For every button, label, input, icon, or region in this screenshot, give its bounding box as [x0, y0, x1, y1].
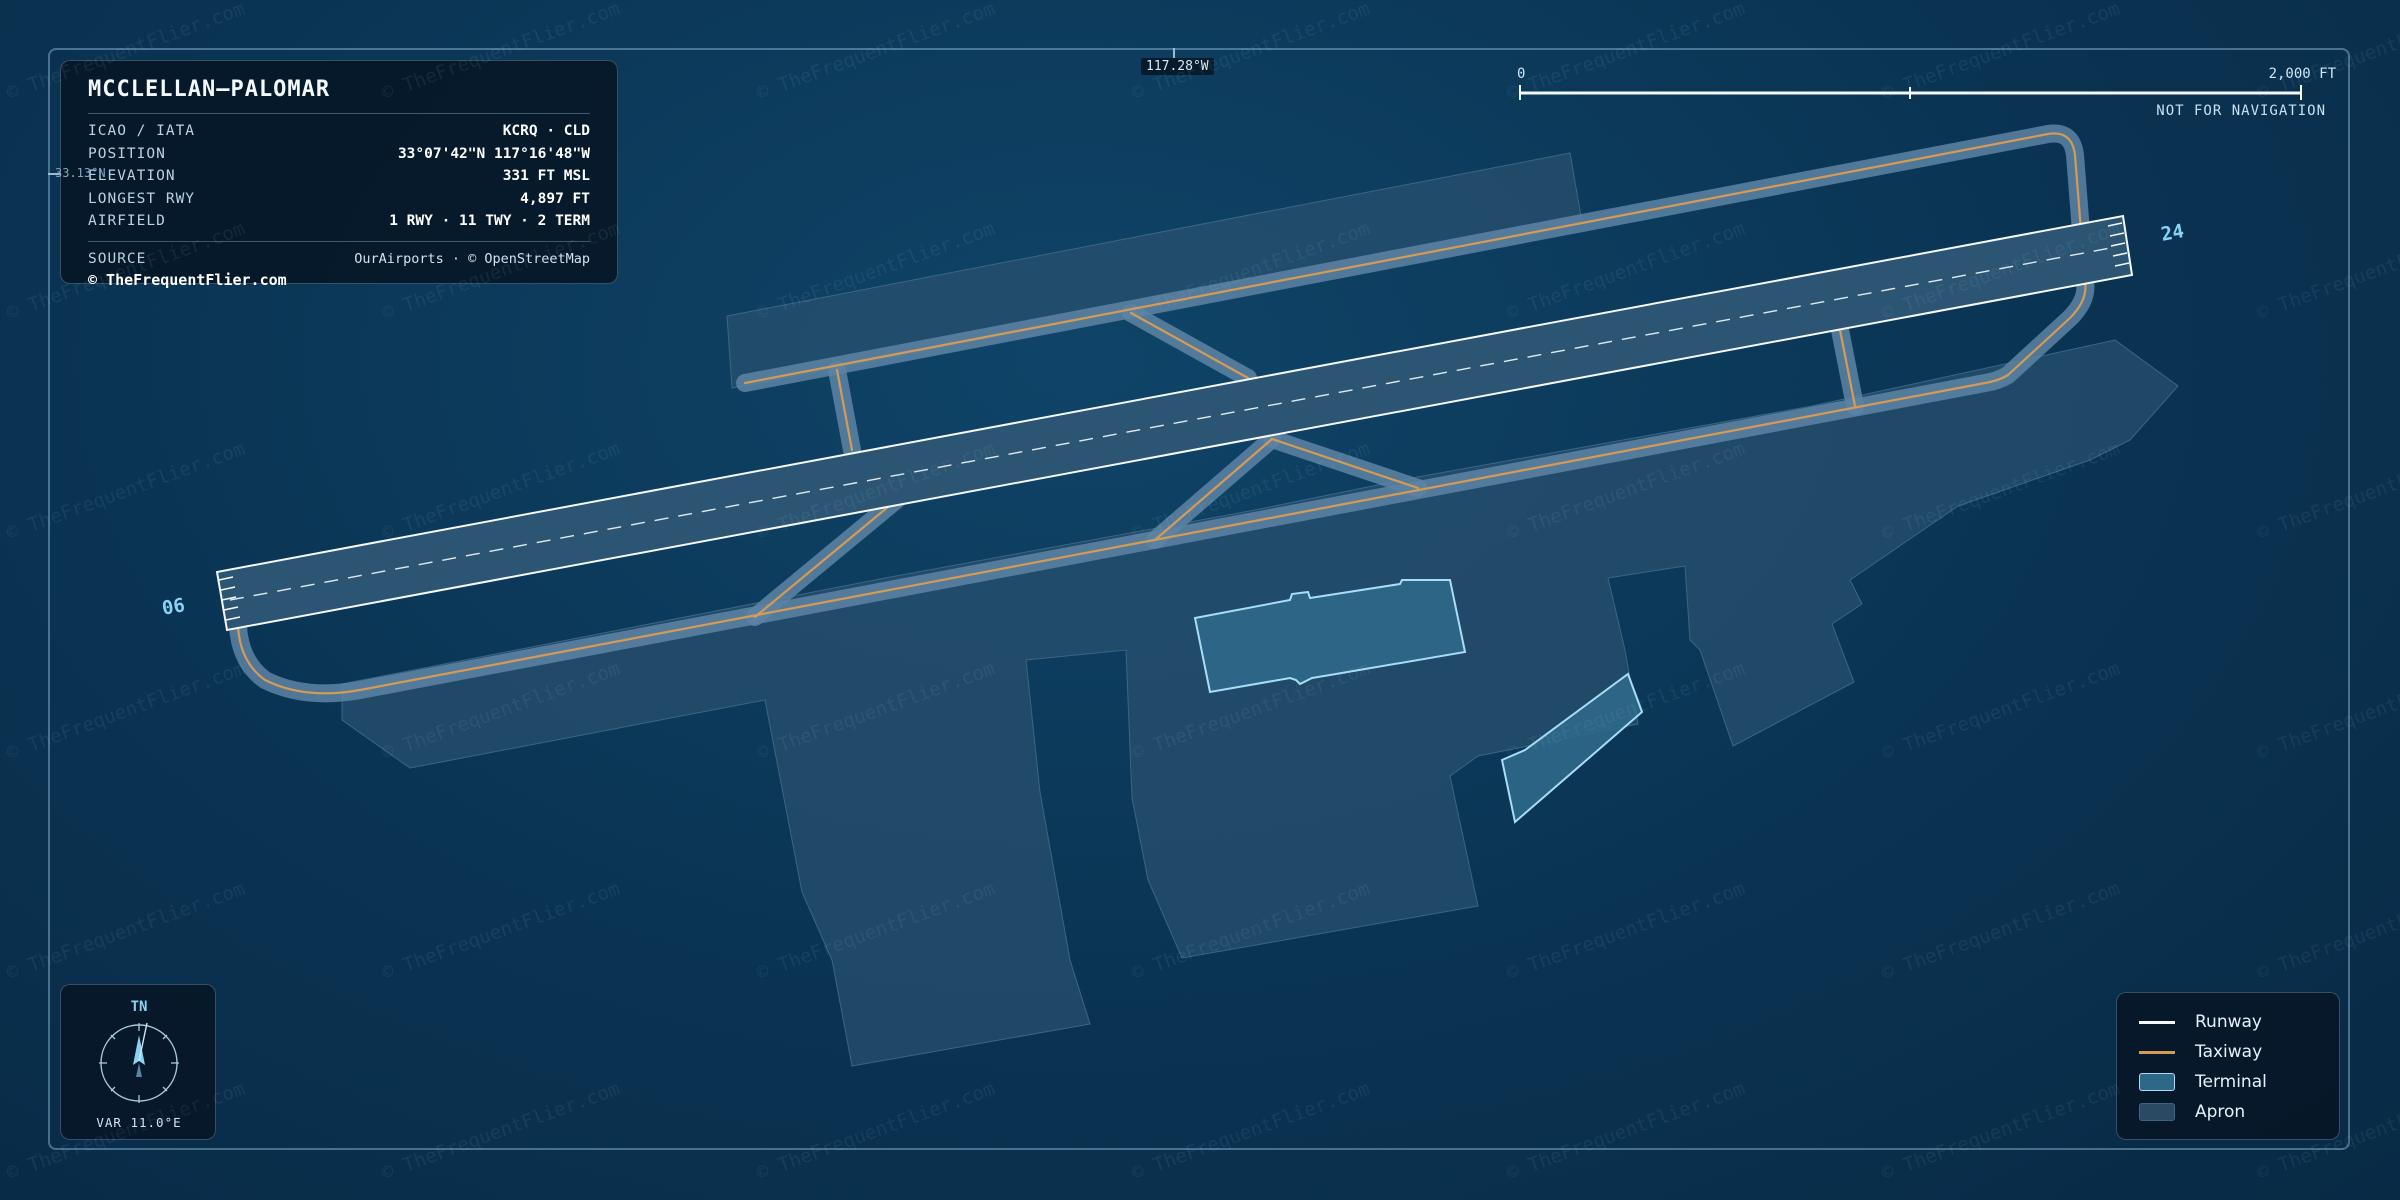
legend-item-apron: Apron [2139, 1097, 2317, 1127]
map-legend: Runway Taxiway Terminal Apron [2116, 992, 2340, 1140]
info-row-airfield: AIRFIELD 1 RWY · 11 TWY · 2 TERM [88, 210, 590, 233]
runway-swatch [2139, 1020, 2175, 1024]
info-key: POSITION [88, 145, 166, 162]
source-value: OurAirports · © OpenStreetMap [354, 250, 590, 267]
info-value: 1 RWY · 11 TWY · 2 TERM [389, 213, 590, 230]
divider [88, 113, 590, 114]
terminal-swatch [2139, 1073, 2175, 1091]
airport-info-panel: MCCLELLAN–PALOMAR ICAO / IATA KCRQ · CLD… [60, 60, 618, 289]
info-key: SOURCE [88, 250, 147, 267]
latitude-label: 33.13°N [55, 166, 106, 180]
info-key: ICAO / IATA [88, 123, 196, 140]
legend-label: Apron [2195, 1102, 2246, 1122]
info-value: KCRQ · CLD [502, 123, 590, 140]
info-value: 331 FT MSL [502, 168, 590, 185]
info-row-longest-runway: LONGEST RWY 4,897 FT [88, 188, 590, 211]
not-for-navigation-note: NOT FOR NAVIGATION [2156, 103, 2326, 119]
apron-swatch [2139, 1103, 2175, 1121]
legend-label: Terminal [2195, 1072, 2267, 1092]
runway-end-24-label: 24 [2159, 220, 2186, 246]
legend-item-taxiway: Taxiway [2139, 1037, 2317, 1067]
info-row-source: SOURCE OurAirports · © OpenStreetMap [88, 248, 590, 271]
divider [88, 240, 590, 242]
scale-start-label: 0 [1517, 66, 1526, 82]
scale-end-label: 2,000 FT [2268, 66, 2336, 82]
compass-true-north-label: TN [130, 999, 148, 1015]
longitude-label: 117.28°W [1141, 58, 1214, 75]
info-row-elevation: ELEVATION 331 FT MSL [88, 165, 590, 188]
legend-label: Taxiway [2195, 1042, 2263, 1062]
compass-panel: TN VAR 11.0°E [60, 984, 216, 1140]
info-value: 33°07'42"N 117°16'48"W [397, 145, 590, 162]
compass-variation-label: VAR 11.0°E [96, 1115, 182, 1130]
legend-label: Runway [2195, 1012, 2262, 1032]
runway-end-06-label: 06 [160, 594, 187, 620]
info-key: LONGEST RWY [88, 190, 196, 207]
info-key: AIRFIELD [88, 213, 166, 230]
legend-item-runway: Runway [2139, 1007, 2317, 1037]
legend-item-terminal: Terminal [2139, 1067, 2317, 1097]
info-row-codes: ICAO / IATA KCRQ · CLD [88, 120, 590, 143]
info-value: 4,897 FT [520, 190, 590, 207]
info-row-position: POSITION 33°07'42"N 117°16'48"W [88, 143, 590, 166]
airport-name: MCCLELLAN–PALOMAR [88, 77, 331, 102]
taxiway-swatch [2139, 1050, 2175, 1054]
copyright: © TheFrequentFlier.com [88, 271, 287, 289]
